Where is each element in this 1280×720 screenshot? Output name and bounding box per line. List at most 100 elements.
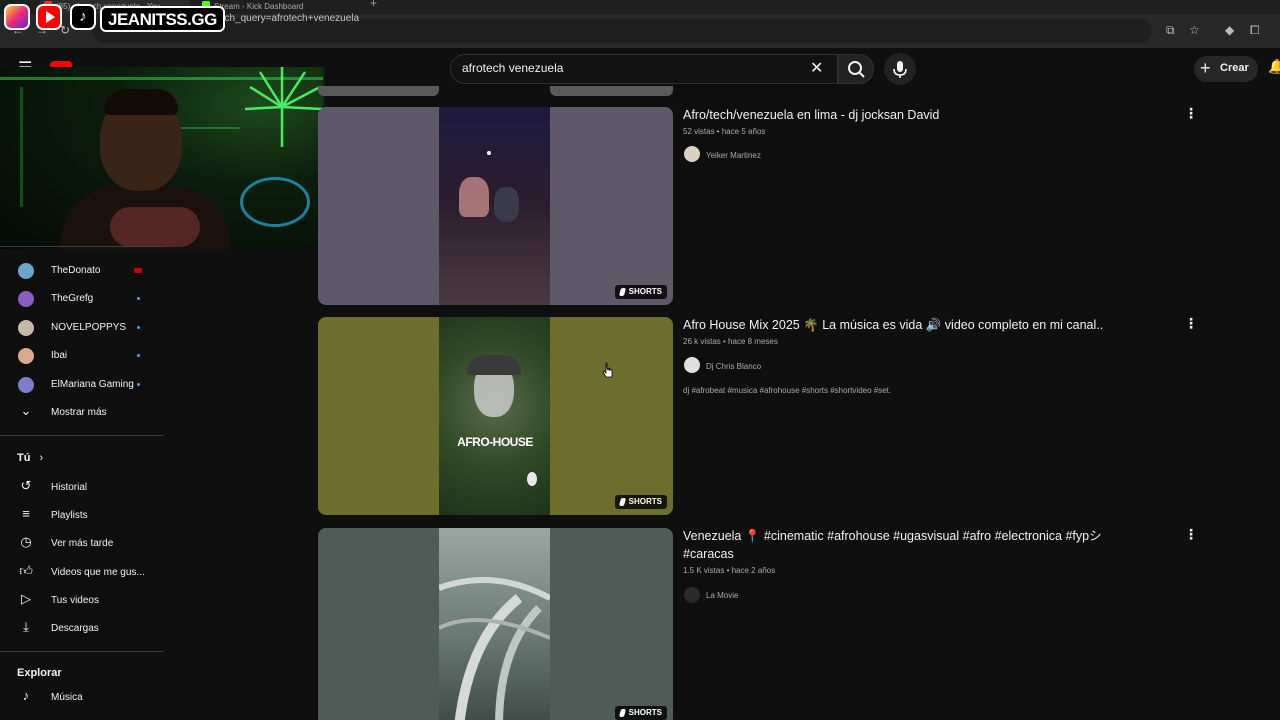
- chevron-right-icon: ›: [39, 452, 44, 464]
- create-button-label: Crear: [1220, 62, 1249, 74]
- youtube-icon: [36, 4, 62, 30]
- thumbnail-text: AFRO-HOUSE: [457, 435, 533, 449]
- more-options-icon[interactable]: ⋮: [1184, 526, 1198, 542]
- avatar: [18, 320, 34, 336]
- more-options-icon[interactable]: ⋮: [1184, 105, 1198, 121]
- result-title[interactable]: Afro House Mix 2025 🌴 La música es vida …: [683, 316, 1123, 334]
- shorts-badge: SHORTS: [614, 285, 667, 299]
- sidebar-divider: [0, 435, 164, 436]
- sidebar-item-label: Historial: [51, 482, 88, 493]
- highway-image: [437, 577, 552, 720]
- sidebar-item-playlists[interactable]: ≡ Playlists: [0, 501, 164, 529]
- mouse-cursor-icon: [602, 362, 613, 378]
- you-title-label: Tú: [17, 452, 31, 464]
- result-description: dj #afrobeat #musica #afrohouse #shorts …: [683, 386, 892, 395]
- sidebar-item-label: ElMariana Gaming: [51, 379, 134, 390]
- sidebar-item-descargas[interactable]: ⤓ Descargas: [0, 614, 164, 642]
- result-meta: 1.5 K vistas • hace 2 años: [683, 566, 776, 575]
- tiktok-icon: ♪: [70, 4, 96, 30]
- result-meta: 52 vistas • hace 5 años: [683, 127, 766, 136]
- avatar: [18, 263, 34, 279]
- sidebar-item-historial[interactable]: ↺ Historial: [0, 473, 164, 501]
- install-icon[interactable]: ⧉: [1166, 23, 1175, 37]
- search-input-value: afrotech venezuela: [462, 61, 564, 75]
- history-icon: ↺: [20, 478, 32, 493]
- live-indicator-icon: [134, 268, 142, 273]
- sidebar-item-elmariana-gaming[interactable]: ElMariana Gaming: [0, 370, 164, 398]
- instagram-icon: [4, 4, 30, 30]
- thumbs-up-icon: 👍︎: [19, 563, 33, 578]
- notifications-bell-icon[interactable]: 🔔: [1268, 58, 1280, 75]
- sidebar-item-videos-que-me-gustan[interactable]: 👍︎ Videos que me gus...: [0, 558, 164, 586]
- download-icon: ⤓: [23, 619, 29, 634]
- watch-later-icon: ◷: [20, 534, 32, 549]
- channel-name[interactable]: Yeiker Martinez: [706, 151, 761, 160]
- sidebar-item-label: Videos que me gus...: [51, 567, 145, 578]
- voice-search-button[interactable]: [884, 53, 916, 85]
- new-content-dot-icon: [137, 383, 140, 386]
- sidebar-item-ver-mas-tarde[interactable]: ◷ Ver más tarde: [0, 529, 164, 557]
- plus-icon: +: [1200, 58, 1211, 78]
- more-options-icon[interactable]: ⋮: [1184, 315, 1198, 331]
- sidebar-item-thedonato[interactable]: TheDonato: [0, 256, 164, 284]
- sidebar-item-label: Ibai: [51, 350, 68, 361]
- sidebar-item-label: Ver más tarde: [51, 538, 114, 549]
- channel-name[interactable]: La Movie: [706, 591, 738, 600]
- previous-result-thumbnail-edge: [318, 86, 673, 96]
- show-more-label: Mostrar más: [51, 407, 107, 418]
- channel-avatar[interactable]: [684, 357, 700, 373]
- result-thumbnail[interactable]: AFRO-HOUSE SHORTS: [318, 317, 673, 515]
- new-content-dot-icon: [137, 326, 140, 329]
- streamer-handle: JEANITSS.GG: [100, 6, 225, 32]
- sidebar-item-label: Descargas: [51, 623, 99, 634]
- webcam-border: [0, 67, 325, 249]
- avatar: [18, 377, 34, 393]
- clear-search-icon[interactable]: ✕: [810, 58, 823, 78]
- search-icon: [848, 61, 865, 78]
- thumbnail-image: [437, 528, 552, 720]
- thumbnail-image: AFRO-HOUSE: [439, 317, 550, 515]
- result-thumbnail[interactable]: SHORTS: [318, 528, 673, 720]
- channel-avatar[interactable]: [684, 587, 700, 603]
- new-content-dot-icon: [137, 354, 140, 357]
- sidebar: TheDonato TheGrefg NOVELPOPPYS Ibai ElMa…: [0, 246, 164, 720]
- result-thumbnail[interactable]: SHORTS: [318, 107, 673, 305]
- sidebar-item-novelpoppys[interactable]: NOVELPOPPYS: [0, 313, 164, 341]
- you-section-title[interactable]: Tú ›: [17, 452, 43, 464]
- search-button[interactable]: [838, 54, 874, 84]
- channel-name[interactable]: Dj Chris Blanco: [706, 362, 761, 371]
- shorts-badge: SHORTS: [614, 706, 667, 720]
- music-icon: ♪: [22, 688, 30, 703]
- chevron-down-icon: ⌄: [20, 403, 32, 418]
- shorts-badge: SHORTS: [614, 495, 667, 509]
- sidebar-item-label: Playlists: [51, 510, 88, 521]
- sidebar-divider: [0, 246, 164, 247]
- sidebar-item-label: TheGrefg: [51, 293, 94, 304]
- new-content-dot-icon: [137, 297, 140, 300]
- extension-diamond-icon[interactable]: ◆: [1225, 23, 1234, 37]
- extensions-puzzle-icon[interactable]: ⧠: [1250, 23, 1260, 37]
- sidebar-item-label: Música: [51, 692, 83, 703]
- result-title[interactable]: Afro/tech/venezuela en lima - dj jocksan…: [683, 106, 1123, 124]
- avatar: [18, 291, 34, 307]
- sidebar-divider: [0, 651, 164, 652]
- avatar: [18, 348, 34, 364]
- result-meta: 26 k vistas • hace 8 meses: [683, 337, 778, 346]
- thumbnail-image: [439, 107, 550, 305]
- show-more-button[interactable]: ⌄ Mostrar más: [0, 398, 164, 426]
- channel-avatar[interactable]: [684, 146, 700, 162]
- new-tab-button[interactable]: +: [370, 0, 377, 10]
- sidebar-item-label: Tus videos: [51, 595, 99, 606]
- sidebar-item-musica[interactable]: ♪ Música: [0, 683, 164, 711]
- sidebar-item-label: NOVELPOPPYS: [51, 322, 127, 333]
- sidebar-item-tus-videos[interactable]: ▷ Tus videos: [0, 586, 164, 614]
- sidebar-item-label: TheDonato: [51, 265, 101, 276]
- microphone-icon: [893, 61, 907, 78]
- bookmark-star-icon[interactable]: ☆: [1189, 23, 1200, 37]
- sidebar-item-thegrefg[interactable]: TheGrefg: [0, 284, 164, 312]
- explore-section-title: Explorar: [17, 667, 62, 679]
- result-title[interactable]: Venezuela 📍 #cinematic #afrohouse #ugasv…: [683, 527, 1123, 563]
- tab-label: Stream - Kick Dashboard: [214, 2, 304, 11]
- sidebar-item-ibai[interactable]: Ibai: [0, 341, 164, 369]
- playlists-icon: ≡: [22, 506, 30, 521]
